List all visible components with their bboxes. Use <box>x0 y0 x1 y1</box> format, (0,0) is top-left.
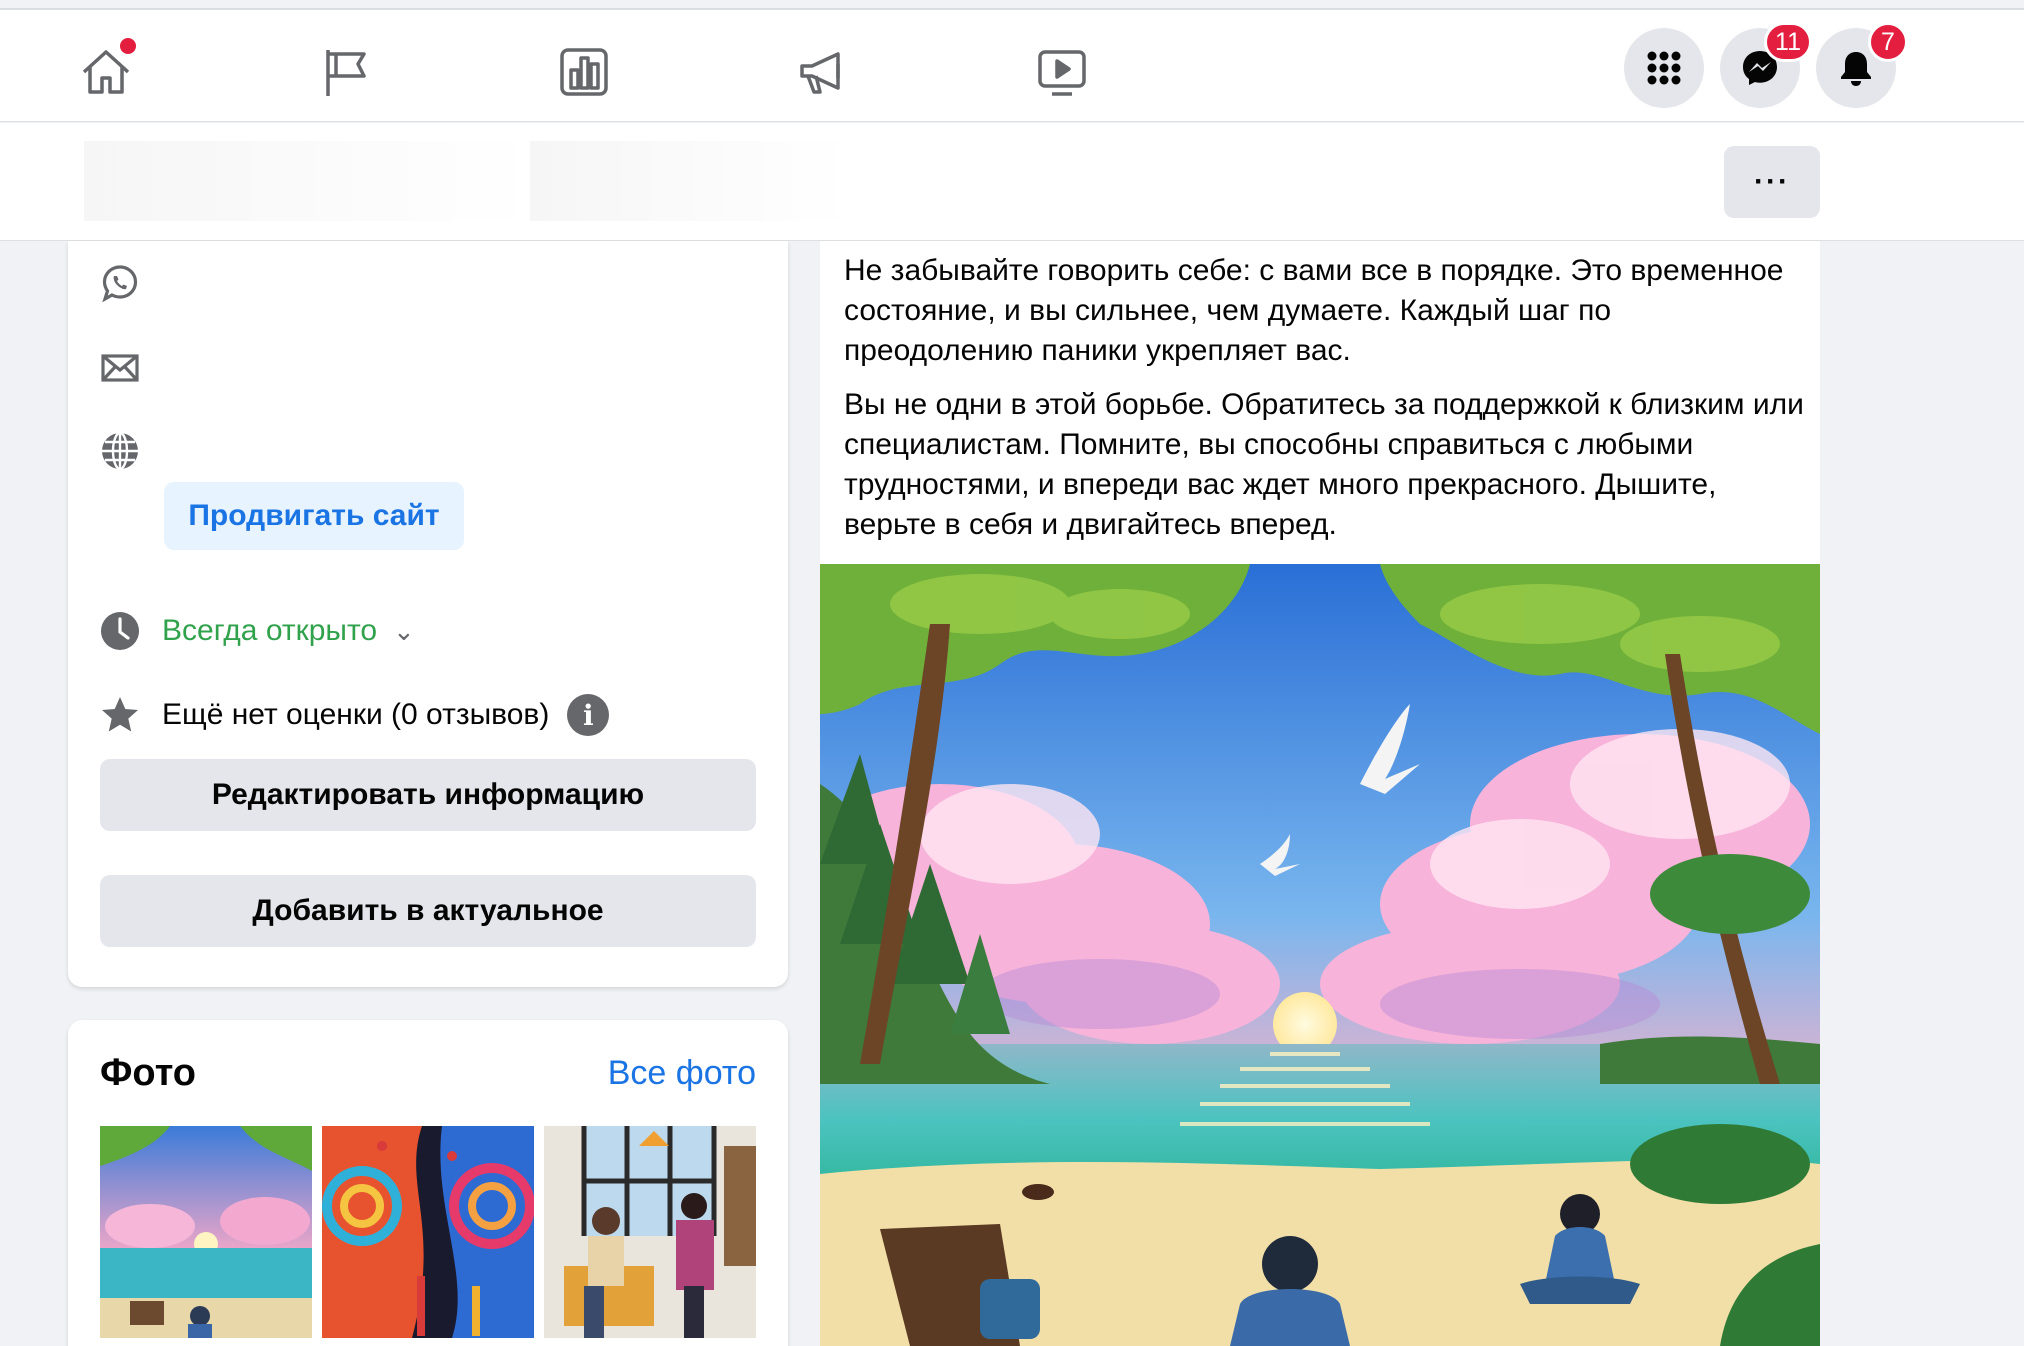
clock-icon <box>98 609 142 653</box>
top-nav: 11 7 <box>0 10 2024 122</box>
bell-icon <box>1841 52 1871 86</box>
nav-home[interactable] <box>66 32 146 112</box>
photo-thumbnail[interactable] <box>100 1126 312 1338</box>
redacted-area <box>530 141 850 221</box>
whatsapp-icon <box>98 261 142 305</box>
photos-card: Фото Все фото <box>68 1020 788 1346</box>
globe-icon <box>98 429 142 473</box>
post-paragraph: Не забывайте говорить себе: с вами все в… <box>844 254 1784 367</box>
whatsapp-row[interactable] <box>98 261 142 305</box>
rating-text: Ещё нет оценки (0 отзывов) <box>162 698 550 731</box>
notifications-button[interactable]: 7 <box>1816 22 1908 108</box>
email-row[interactable] <box>98 346 142 390</box>
grid-menu-icon <box>1647 51 1681 85</box>
edit-info-button[interactable]: Редактировать информацию <box>100 759 756 831</box>
hours-row[interactable]: Всегда открыто ⌄ <box>98 609 415 653</box>
notifications-badge: 7 <box>1868 22 1908 62</box>
post-card: Не забывайте говорить себе: с вами все в… <box>820 241 1820 1346</box>
hours-status: Всегда открыто <box>162 614 378 647</box>
video-icon <box>1038 50 1086 96</box>
photo-thumbnail[interactable] <box>322 1126 534 1338</box>
nav-pages[interactable] <box>306 32 386 112</box>
messenger-badge: 11 <box>1764 22 1812 62</box>
post-paragraph: Вы не одни в этой борьбе. Обратитесь за … <box>844 388 1804 541</box>
chevron-down-icon[interactable]: ⌄ <box>393 616 415 647</box>
photo-thumbnail[interactable] <box>544 1126 756 1338</box>
redacted-area <box>84 141 534 221</box>
more-options-button[interactable]: ··· <box>1724 146 1820 218</box>
megaphone-icon <box>800 52 840 94</box>
insights-icon <box>560 48 608 96</box>
flag-icon <box>326 50 366 96</box>
nav-ads[interactable] <box>782 32 862 112</box>
nav-video[interactable] <box>1022 32 1102 112</box>
add-featured-button[interactable]: Добавить в актуальное <box>100 875 756 947</box>
envelope-icon <box>98 346 142 390</box>
menu-button[interactable] <box>1624 28 1704 108</box>
post-image[interactable] <box>820 564 1820 1346</box>
all-photos-link[interactable]: Все фото <box>608 1054 756 1093</box>
promote-website-button[interactable]: Продвигать сайт <box>164 482 464 550</box>
page-info-card: Продвигать сайт Всегда открыто ⌄ Ещё нет… <box>68 241 788 987</box>
rating-row: Ещё нет оценки (0 отзывов) i <box>98 693 610 737</box>
page-tabs-bar: ··· <box>0 123 2024 241</box>
nav-insights[interactable] <box>544 32 624 112</box>
home-notification-dot <box>120 38 136 54</box>
photos-title: Фото <box>100 1052 197 1094</box>
post-text: Не забывайте говорить себе: с вами все в… <box>844 251 1804 559</box>
star-icon <box>98 693 142 737</box>
website-row[interactable] <box>98 429 142 473</box>
info-icon[interactable]: i <box>567 694 610 736</box>
messenger-button[interactable]: 11 <box>1720 22 1812 108</box>
